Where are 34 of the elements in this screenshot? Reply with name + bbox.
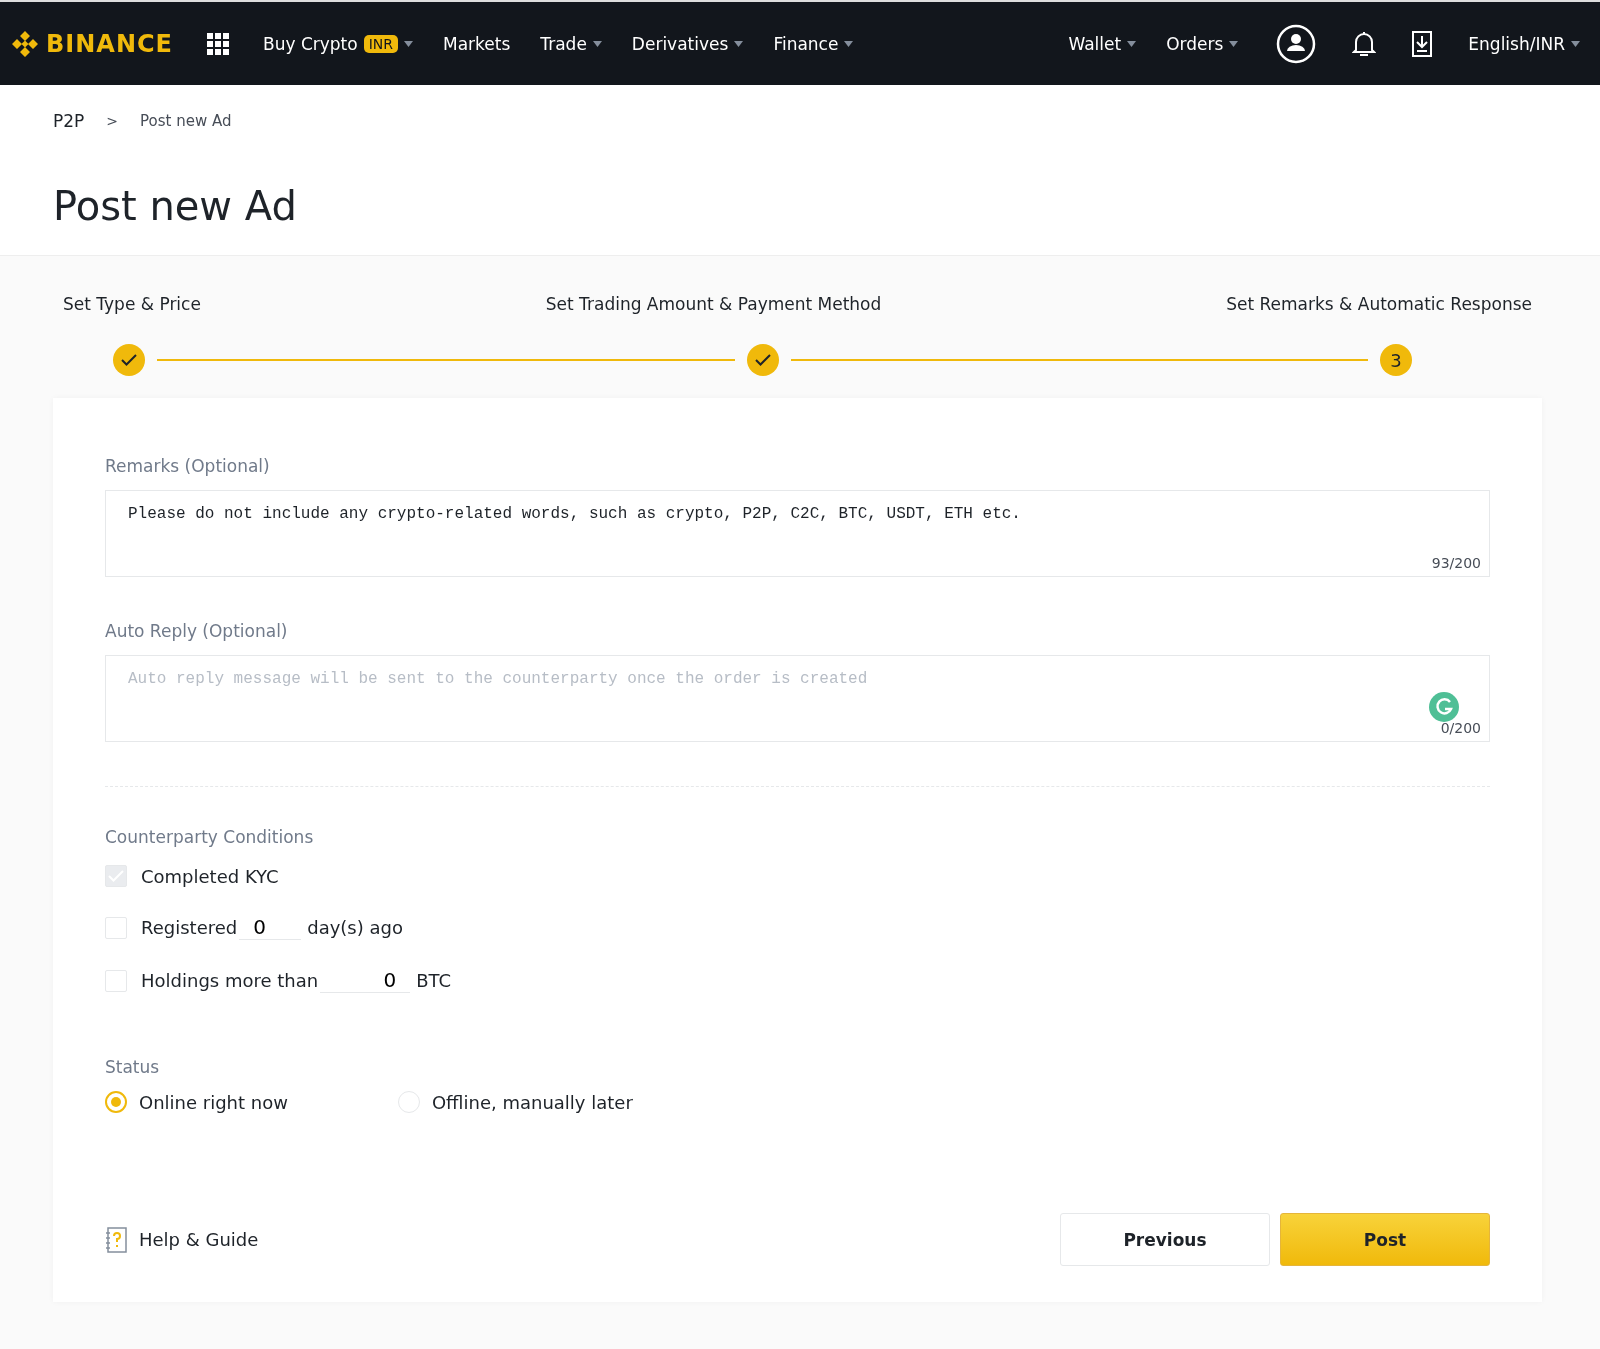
post-button[interactable]: Post xyxy=(1280,1213,1490,1266)
nav-menu-item[interactable]: Finance xyxy=(773,33,854,54)
character-counter: 0/200 xyxy=(1440,720,1481,736)
breadcrumb-link[interactable]: P2P xyxy=(53,111,85,131)
language-selector[interactable]: English/INR xyxy=(1468,33,1580,54)
currency-badge: INR xyxy=(363,34,398,53)
step-label: Set Type & Price xyxy=(63,294,201,314)
help-link[interactable]: Help & Guide xyxy=(105,1226,259,1253)
step-number: 3 xyxy=(1380,344,1412,376)
nav-menu-item[interactable]: Buy Crypto INR xyxy=(263,33,413,54)
page-title: Post new Ad xyxy=(53,183,298,229)
character-counter: 93/200 xyxy=(1431,555,1481,571)
nav-menu-item[interactable]: Wallet xyxy=(1068,33,1137,54)
section-label: Status xyxy=(105,1057,161,1077)
nav-menu-item[interactable]: Derivatives xyxy=(631,33,744,54)
radio-label[interactable]: Online right now xyxy=(139,1091,288,1113)
breadcrumb-separator: > xyxy=(106,113,119,129)
field-label: Auto Reply (Optional) xyxy=(105,621,289,641)
checkbox-label: Completed KYC xyxy=(141,865,279,887)
nav-menu-item[interactable]: Orders xyxy=(1166,33,1239,54)
step-label: Set Trading Amount & Payment Method xyxy=(545,294,882,314)
step-label: Set Remarks & Automatic Response xyxy=(1226,294,1532,314)
section-label: Counterparty Conditions xyxy=(105,827,315,847)
checkbox-label: Holdings more than xyxy=(141,970,319,991)
nav-menu-item[interactable]: Markets xyxy=(443,33,511,54)
unit-label: BTC xyxy=(416,970,452,991)
checkbox-label: Registered xyxy=(141,917,238,938)
breadcrumb-link[interactable]: Post new Ad xyxy=(140,112,232,130)
previous-button[interactable]: Previous xyxy=(1060,1213,1270,1266)
logo-text: BINANCE xyxy=(46,29,173,58)
field-label: Remarks (Optional) xyxy=(105,456,271,476)
nav-menu-item[interactable]: Trade xyxy=(540,33,602,54)
radio-label[interactable]: Offline, manually later xyxy=(431,1091,633,1113)
unit-label: day(s) ago xyxy=(307,917,403,938)
